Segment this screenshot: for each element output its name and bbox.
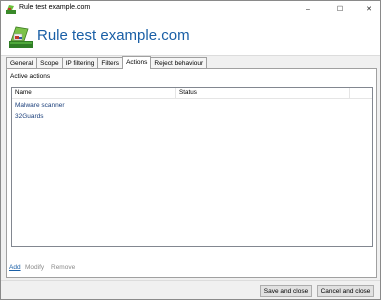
modify-link[interactable]: Modify xyxy=(25,264,44,271)
actions-tab-panel: Active actions Name Status Malware scann… xyxy=(6,68,377,278)
page-title: Rule test example.com xyxy=(37,27,190,44)
column-header-name[interactable]: Name xyxy=(12,88,176,98)
header-banner: Rule test example.com xyxy=(1,17,380,56)
maximize-button[interactable]: ☐ xyxy=(327,1,353,17)
save-and-close-button[interactable]: Save and close xyxy=(260,285,312,297)
actions-list[interactable]: Name Status Malware scanner 32Guards xyxy=(11,87,373,247)
list-item[interactable]: 32Guards xyxy=(15,112,44,122)
tab-actions[interactable]: Actions xyxy=(122,56,152,69)
title-bar[interactable]: Rule test example.com – ☐ ✕ xyxy=(1,1,380,17)
active-actions-label: Active actions xyxy=(10,73,51,80)
close-icon: ✕ xyxy=(366,6,372,13)
app-icon xyxy=(6,5,16,14)
remove-link[interactable]: Remove xyxy=(51,264,75,271)
rule-icon xyxy=(9,26,33,48)
cancel-and-close-button[interactable]: Cancel and close xyxy=(317,285,374,297)
close-button[interactable]: ✕ xyxy=(356,1,380,17)
window-title: Rule test example.com xyxy=(19,4,91,11)
maximize-icon: ☐ xyxy=(336,6,344,13)
list-item[interactable]: Malware scanner xyxy=(15,101,65,111)
minimize-icon: – xyxy=(306,5,310,13)
column-header-status[interactable]: Status xyxy=(176,88,350,98)
list-header: Name Status xyxy=(12,88,372,99)
rule-window: Rule test example.com – ☐ ✕ Rule test ex… xyxy=(0,0,381,300)
minimize-button[interactable]: – xyxy=(295,1,321,17)
dialog-footer: Save and close Cancel and close xyxy=(1,280,380,299)
add-link[interactable]: Add xyxy=(9,264,21,271)
